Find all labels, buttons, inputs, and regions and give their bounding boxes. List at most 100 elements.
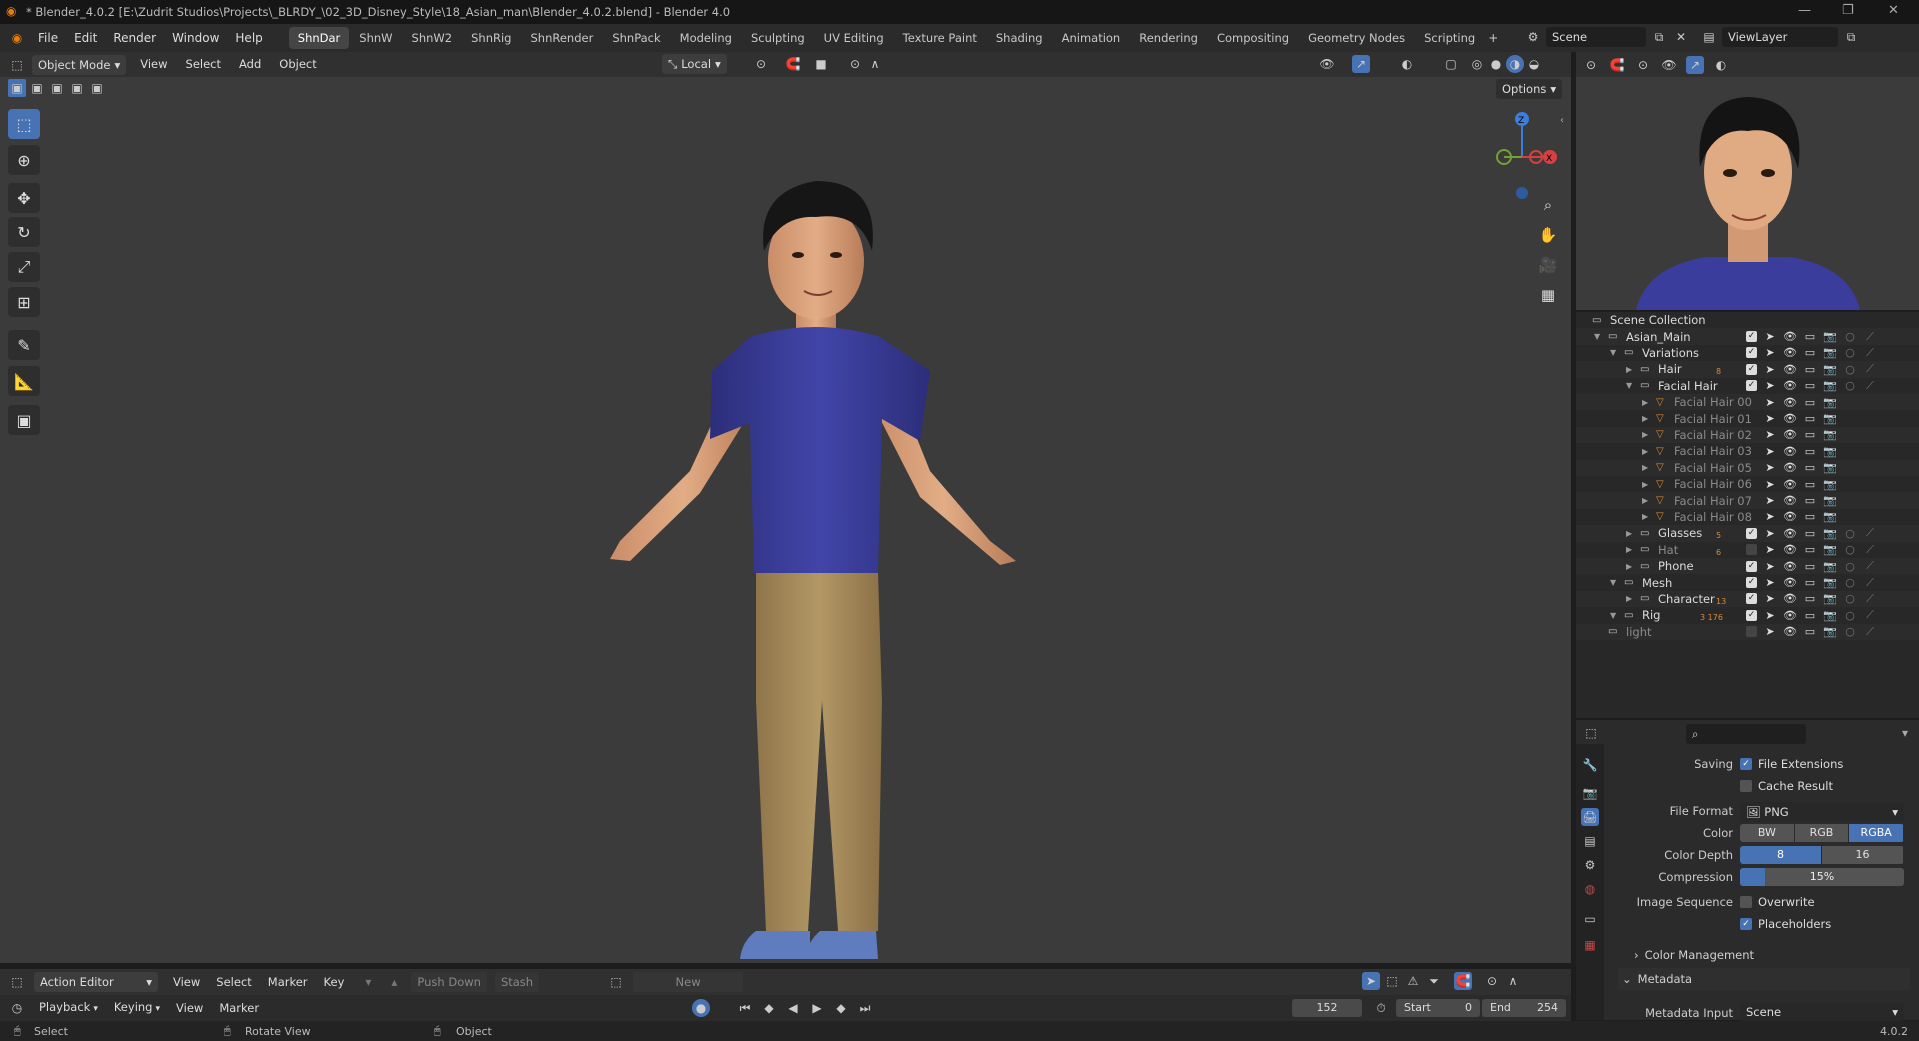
render-icon[interactable]: 📷 <box>1823 543 1837 556</box>
tab-uv-editing[interactable]: UV Editing <box>815 27 893 49</box>
expand-arrow-icon[interactable]: ▼ <box>1610 611 1616 620</box>
outliner-row[interactable]: ▶ ▽ Facial Hair 02 ➤ 👁 ▭ 📷 <box>1576 426 1919 444</box>
outliner-row[interactable]: ▶ ▽ Facial Hair 07 ➤ 👁 ▭ 📷 <box>1576 492 1919 509</box>
preview-overlay-icon[interactable]: ◐ <box>1712 56 1730 74</box>
eye-icon[interactable]: 👁 <box>1783 625 1797 638</box>
expand-arrow-icon[interactable]: ▶ <box>1642 496 1648 505</box>
outliner-row[interactable]: ▭ Scene Collection <box>1576 312 1919 328</box>
selectable-icon[interactable]: ➤ <box>1763 396 1777 409</box>
file-extensions-checkbox[interactable]: ✓ File Extensions <box>1740 757 1843 771</box>
expand-arrow-icon[interactable]: ▼ <box>1610 578 1616 587</box>
texture-tab-icon[interactable]: ▦ <box>1581 936 1599 954</box>
outliner-row[interactable]: ▶ ▽ Facial Hair 05 ➤ 👁 ▭ 📷 <box>1576 459 1919 476</box>
properties-search[interactable]: ⌕ <box>1686 724 1806 744</box>
tab-shnrig[interactable]: ShnRig <box>462 27 520 49</box>
exclude-checkbox[interactable]: ✓ <box>1746 347 1757 359</box>
preview-visibility-icon[interactable]: 👁 <box>1660 56 1678 74</box>
indirect-only-icon[interactable]: ⟋ <box>1863 625 1877 639</box>
metadata-panel[interactable]: ⌄ Metadata <box>1618 968 1910 990</box>
eye-icon[interactable]: 👁 <box>1783 527 1797 540</box>
layer-down-icon[interactable]: ▾ <box>359 973 377 991</box>
next-keyframe-icon[interactable]: ◆ <box>832 999 850 1017</box>
collection-tab-icon[interactable]: ▭ <box>1581 910 1599 928</box>
tab-shnw2[interactable]: ShnW2 <box>403 27 462 49</box>
render-icon[interactable]: 📷 <box>1823 346 1837 359</box>
selectable-icon[interactable]: ➤ <box>1763 510 1777 523</box>
view-layer-icon[interactable]: ▤ <box>1700 28 1718 46</box>
transform-orientation[interactable]: ⤡ Local ▾ <box>662 54 727 74</box>
indirect-only-icon[interactable]: ⟋ <box>1863 543 1877 557</box>
viewport-icon[interactable]: ▭ <box>1803 494 1817 507</box>
render-icon[interactable]: 📷 <box>1823 510 1837 523</box>
select-invert-icon[interactable]: ▣ <box>68 79 86 97</box>
layer-up-icon[interactable]: ▴ <box>385 973 403 991</box>
selectable-icon[interactable]: ➤ <box>1763 543 1777 556</box>
preview-range-icon[interactable]: ⏱ <box>1372 999 1390 1017</box>
only-errors-icon[interactable]: ⚠ <box>1404 972 1422 990</box>
scene-icon[interactable]: ⚙ <box>1524 28 1542 46</box>
prev-keyframe-icon[interactable]: ◆ <box>760 999 778 1017</box>
exclude-checkbox[interactable]: ✓ <box>1746 331 1757 343</box>
select-subtract-icon[interactable]: ▣ <box>48 79 66 97</box>
eye-icon[interactable]: 👁 <box>1783 412 1797 425</box>
outliner-row[interactable]: ▭ light ➤ 👁 ▭ 📷 ○ ⟋ <box>1576 623 1919 640</box>
selectable-icon[interactable]: ➤ <box>1763 428 1777 441</box>
eye-icon[interactable]: 👁 <box>1783 494 1797 507</box>
viewport-menu-view[interactable]: View <box>132 52 175 77</box>
outliner[interactable]: ▭ Scene Collection ▼ ▭ Asian_Main ✓ ➤ 👁 ▭ 📷 ○ ⟋ ▼ ▭ Va… <box>1576 312 1919 718</box>
exclude-checkbox[interactable]: ✓ <box>1746 527 1757 539</box>
cache-result-checkbox[interactable]: Cache Result <box>1740 779 1833 793</box>
eye-icon[interactable]: 👁 <box>1783 576 1797 589</box>
viewport-icon[interactable]: ▭ <box>1803 346 1817 359</box>
tool-tab-icon[interactable]: 🔧 <box>1581 756 1599 774</box>
tab-animation[interactable]: Animation <box>1053 27 1130 49</box>
end-frame-field[interactable]: End 254 <box>1482 999 1566 1017</box>
selectable-icon[interactable]: ➤ <box>1763 346 1777 359</box>
exclude-checkbox[interactable]: ✓ <box>1746 577 1757 589</box>
material-shading-icon[interactable]: ◑ <box>1506 55 1524 73</box>
viewport-icon[interactable]: ▭ <box>1803 592 1817 605</box>
selectable-icon[interactable]: ➤ <box>1763 412 1777 425</box>
expand-arrow-icon[interactable]: ▶ <box>1626 365 1632 374</box>
overwrite-checkbox[interactable]: Overwrite <box>1740 895 1815 909</box>
eye-icon[interactable]: 👁 <box>1783 428 1797 441</box>
outliner-row[interactable]: ▼ ▭ Mesh ✓ ➤ 👁 ▭ 📷 ○ ⟋ <box>1576 574 1919 590</box>
select-box-tool[interactable]: ⬚ <box>8 109 40 139</box>
measure-tool[interactable]: 📐 <box>8 366 40 396</box>
indirect-only-icon[interactable]: ⟋ <box>1863 379 1877 393</box>
properties-dropdown-icon[interactable]: ▾ <box>1902 726 1908 740</box>
play-icon[interactable]: ▶ <box>808 999 826 1017</box>
solid-shading-icon[interactable]: ● <box>1487 55 1505 73</box>
expand-arrow-icon[interactable]: ▶ <box>1626 562 1632 571</box>
tab-shnw[interactable]: ShnW <box>350 27 401 49</box>
camera-view-icon[interactable]: 🎥 <box>1536 253 1560 277</box>
scene-delete-icon[interactable]: ✕ <box>1672 28 1690 46</box>
selectable-icon[interactable]: ➤ <box>1763 494 1777 507</box>
eye-icon[interactable]: 👁 <box>1783 478 1797 491</box>
outliner-row[interactable]: ▶ ▭ Hat 6 ➤ 👁 ▭ 📷 ○ ⟋ <box>1576 542 1919 558</box>
transform-tool[interactable]: ⊞ <box>8 287 40 317</box>
pivot-icon[interactable]: ⊙ <box>752 55 770 73</box>
holdout-icon[interactable]: ○ <box>1843 527 1857 540</box>
viewport-icon[interactable]: ▭ <box>1803 609 1817 622</box>
navigation-gizmo[interactable]: Z X <box>1480 107 1562 207</box>
selectable-icon[interactable]: ➤ <box>1763 445 1777 458</box>
indirect-only-icon[interactable]: ⟋ <box>1863 576 1877 590</box>
new-action-button[interactable]: New <box>633 972 744 992</box>
placeholders-checkbox[interactable]: ✓ Placeholders <box>1740 917 1831 931</box>
properties-editor-icon[interactable]: ⬚ <box>1582 724 1600 742</box>
add-cube-tool[interactable]: ▣ <box>8 405 40 435</box>
zoom-icon[interactable]: ⌕ <box>1536 193 1560 217</box>
start-frame-field[interactable]: Start 0 <box>1396 999 1480 1017</box>
expand-arrow-icon[interactable]: ▶ <box>1626 545 1632 554</box>
minimize-icon[interactable]: — <box>1798 3 1811 18</box>
action-menu-select[interactable]: Select <box>209 969 258 995</box>
pan-hand-icon[interactable]: ✋ <box>1536 223 1560 247</box>
viewport-icon[interactable]: ▭ <box>1803 379 1817 392</box>
action-editor-mode[interactable]: Action Editor ▾ <box>34 972 158 992</box>
exclude-checkbox[interactable]: ✓ <box>1746 380 1757 392</box>
outliner-row[interactable]: ▶ ▭ Character 13 ✓ ➤ 👁 ▭ 📷 ○ ⟋ <box>1576 590 1919 608</box>
tab-rendering[interactable]: Rendering <box>1130 27 1207 49</box>
eye-icon[interactable]: 👁 <box>1783 379 1797 392</box>
indirect-only-icon[interactable]: ⟋ <box>1863 362 1877 376</box>
